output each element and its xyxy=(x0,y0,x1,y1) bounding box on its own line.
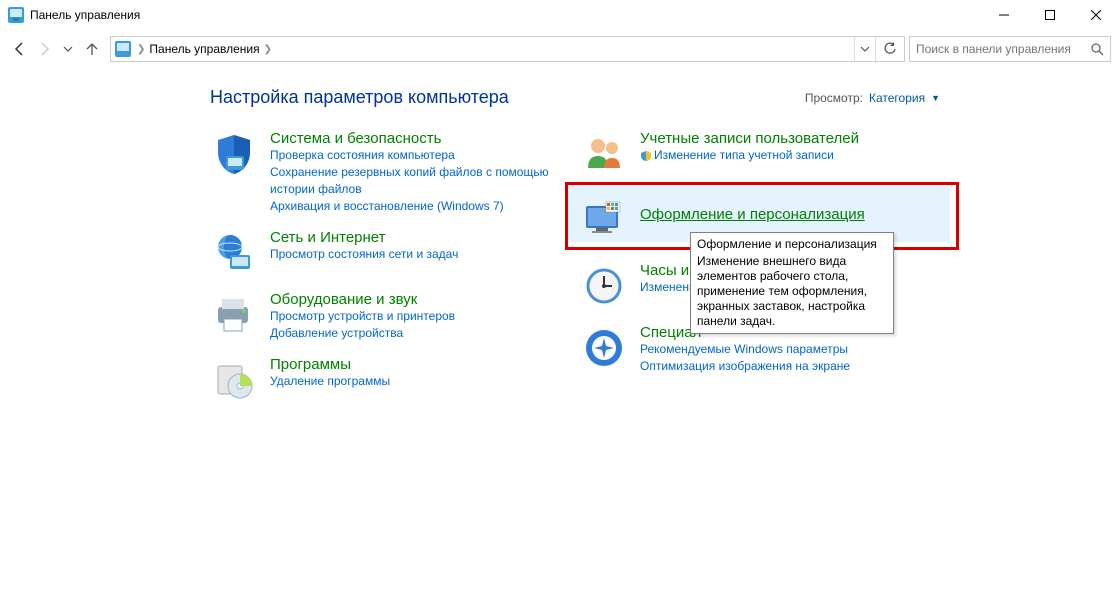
recent-locations-button[interactable] xyxy=(56,37,80,61)
clock-icon xyxy=(580,262,628,310)
users-icon xyxy=(580,130,628,178)
address-dropdown-button[interactable] xyxy=(854,37,875,61)
category-title-hardware[interactable]: Оборудование и звук xyxy=(270,291,417,308)
programs-disc-icon xyxy=(210,356,258,404)
view-mode-selector[interactable]: Просмотр: Категория ▼ xyxy=(805,91,940,105)
link-change-account-type[interactable]: Изменение типа учетной записи xyxy=(640,147,859,164)
address-bar[interactable]: ❯ Панель управления ❯ xyxy=(110,36,905,62)
shield-system-icon xyxy=(210,130,258,178)
printer-hardware-icon xyxy=(210,291,258,339)
search-input[interactable] xyxy=(910,41,1084,57)
address-icon xyxy=(115,41,131,57)
tooltip-body: Изменение внешнего вида элементов рабоче… xyxy=(697,254,887,329)
link-view-devices[interactable]: Просмотр устройств и принтеров xyxy=(270,308,455,325)
view-mode-value[interactable]: Категория xyxy=(869,91,925,105)
chevron-down-icon: ▼ xyxy=(931,93,940,103)
categories-left-column: Система и безопасность Проверка состояни… xyxy=(210,130,570,418)
maximize-button[interactable] xyxy=(1027,0,1073,30)
control-panel-icon xyxy=(8,7,24,23)
chevron-right-icon[interactable]: ❯ xyxy=(133,44,149,55)
link-backup-restore[interactable]: Архивация и восстановление (Windows 7) xyxy=(270,198,570,215)
category-user-accounts[interactable]: Учетные записи пользователей Изменение т… xyxy=(580,130,960,178)
link-check-status[interactable]: Проверка состояния компьютера xyxy=(270,147,570,164)
personalization-monitor-icon xyxy=(580,196,628,244)
tooltip-title: Оформление и персонализация xyxy=(697,237,887,252)
close-button[interactable] xyxy=(1073,0,1119,30)
link-add-device[interactable]: Добавление устройства xyxy=(270,325,455,342)
category-title-network[interactable]: Сеть и Интернет xyxy=(270,229,386,246)
link-recommended-settings[interactable]: Рекомендуемые Windows параметры xyxy=(640,341,850,358)
link-change-account-type-text: Изменение типа учетной записи xyxy=(654,148,834,162)
link-optimize-display[interactable]: Оптимизация изображения на экране xyxy=(640,358,850,375)
window-title: Панель управления xyxy=(30,8,140,22)
content-area: Настройка параметров компьютера Просмотр… xyxy=(0,67,1119,418)
minimize-button[interactable] xyxy=(981,0,1027,30)
up-button[interactable] xyxy=(80,37,104,61)
category-title-programs[interactable]: Программы xyxy=(270,356,351,373)
titlebar: Панель управления xyxy=(0,0,1119,31)
shield-mini-icon xyxy=(640,150,652,162)
refresh-button[interactable] xyxy=(875,37,904,61)
search-box[interactable] xyxy=(909,36,1111,62)
category-title-users[interactable]: Учетные записи пользователей xyxy=(640,130,859,147)
chevron-right-icon[interactable]: ❯ xyxy=(260,44,276,55)
ease-of-access-icon xyxy=(580,324,628,372)
breadcrumb-control-panel[interactable]: Панель управления xyxy=(149,42,259,56)
category-system-security[interactable]: Система и безопасность Проверка состояни… xyxy=(210,130,570,215)
category-programs[interactable]: Программы Удаление программы xyxy=(210,356,570,404)
category-title-system[interactable]: Система и безопасность xyxy=(270,130,441,147)
back-button[interactable] xyxy=(8,37,32,61)
link-uninstall[interactable]: Удаление программы xyxy=(270,373,390,390)
category-network[interactable]: Сеть и Интернет Просмотр состояния сети … xyxy=(210,229,570,277)
tooltip: Оформление и персонализация Изменение вн… xyxy=(690,232,894,334)
globe-network-icon xyxy=(210,229,258,277)
link-network-status[interactable]: Просмотр состояния сети и задач xyxy=(270,246,458,263)
view-mode-label: Просмотр: xyxy=(805,91,863,105)
category-title-personalization[interactable]: Оформление и персонализация xyxy=(640,206,865,223)
navigation-row: ❯ Панель управления ❯ xyxy=(0,31,1119,67)
forward-button[interactable] xyxy=(32,37,56,61)
link-file-history[interactable]: Сохранение резервных копий файлов с помо… xyxy=(270,164,570,198)
category-hardware[interactable]: Оборудование и звук Просмотр устройств и… xyxy=(210,291,570,342)
search-icon[interactable] xyxy=(1084,37,1110,61)
page-title: Настройка параметров компьютера xyxy=(210,87,509,108)
